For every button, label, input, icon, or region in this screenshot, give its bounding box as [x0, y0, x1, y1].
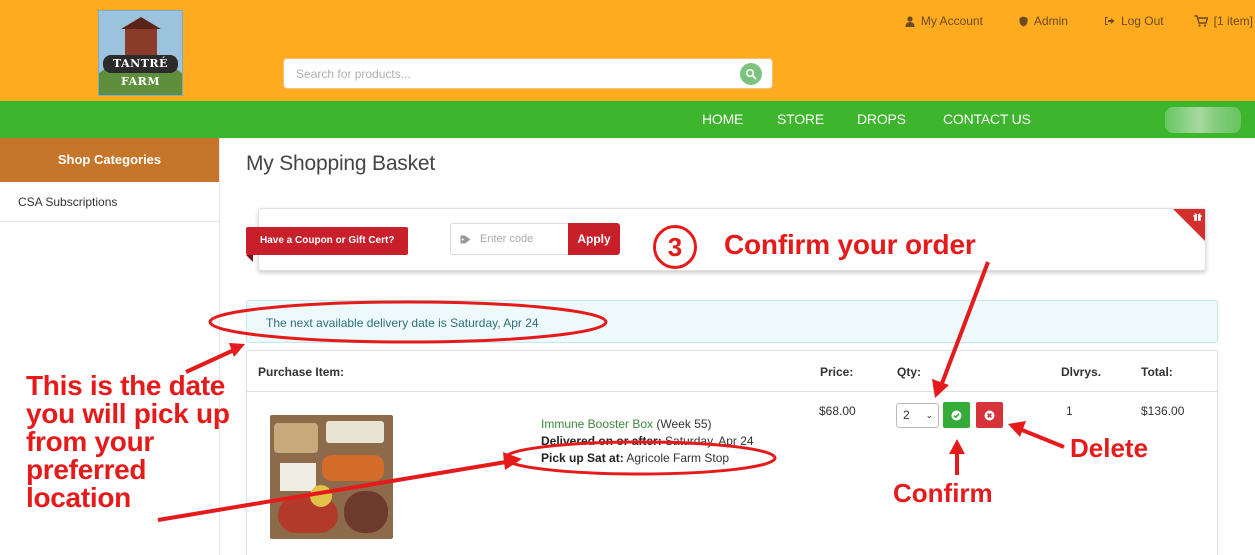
my-account-link[interactable]: My Account [905, 11, 983, 31]
site-header: TANTRÉ FARM My Account [0, 0, 1255, 101]
delivery-date-text: The next available delivery date is Satu… [266, 316, 539, 330]
date-note-line-4: preferred [26, 454, 147, 485]
farm-logo[interactable]: TANTRÉ FARM [98, 10, 183, 96]
chevron-down-icon: ⌄ [925, 410, 933, 420]
user-icon [905, 15, 915, 27]
delivery-date-notice: The next available delivery date is Satu… [246, 300, 1218, 343]
coupon-code-placeholder: Enter code [480, 233, 534, 245]
pickup-label: Pick up Sat at: [541, 451, 624, 465]
deliveries-count: 1 [1066, 404, 1073, 418]
delete-button[interactable] [976, 402, 1003, 428]
step-instruction: Confirm your order [724, 229, 976, 260]
quantity-select[interactable]: 2 ⌄ [896, 403, 939, 428]
header-price: Price: [820, 365, 854, 379]
date-explanation: This is the date you will pick up from y… [26, 372, 230, 512]
user-menu-blurred[interactable] [1165, 107, 1241, 133]
logo-barn [121, 17, 161, 55]
gift-icon [1193, 212, 1202, 223]
account-links: My Account Admin Log Out [1 item] [869, 11, 1255, 31]
confirm-button[interactable] [943, 402, 970, 428]
item-price: $68.00 [819, 404, 856, 418]
admin-label: Admin [1033, 14, 1068, 28]
cart-count-label: [1 item] [1213, 14, 1253, 28]
header-total: Total: [1141, 365, 1173, 379]
confirm-annotation: Confirm [893, 478, 993, 508]
main-nav: HOME STORE DROPS CONTACT US [0, 101, 1255, 138]
log-out-label: Log Out [1120, 14, 1164, 28]
nav-drops[interactable]: DROPS [857, 111, 906, 127]
tag-icon [460, 235, 471, 243]
coupon-label: Have a Coupon or Gift Cert? [246, 227, 409, 262]
table-divider [247, 391, 1217, 392]
delete-annotation: Delete [1070, 433, 1149, 463]
delivered-on-label: Delivered on or after: [541, 434, 662, 448]
delivered-on-line: Delivered on or after: Saturday, Apr 24 [541, 434, 754, 448]
my-account-label: My Account [920, 14, 983, 28]
date-note-line-1: This is the date [26, 370, 226, 401]
sidebar-item-csa-subscriptions[interactable]: CSA Subscriptions [0, 182, 219, 222]
quantity-value: 2 [903, 408, 910, 422]
step-number-badge: 3 [653, 225, 697, 269]
product-title: Immune Booster Box (Week 55) [541, 417, 712, 431]
product-link[interactable]: Immune Booster Box [541, 417, 653, 431]
item-total: $136.00 [1141, 404, 1185, 418]
sign-out-icon [1104, 17, 1115, 25]
log-out-link[interactable]: Log Out [1104, 11, 1164, 31]
close-circle-icon [984, 410, 995, 420]
header-purchase-item: Purchase Item: [258, 365, 345, 379]
nav-store[interactable]: STORE [777, 111, 824, 127]
cart-link[interactable]: [1 item] [1194, 11, 1253, 31]
logo-banner: TANTRÉ FARM [103, 55, 178, 88]
search-icon [745, 68, 757, 80]
product-week: (Week 55) [656, 417, 712, 431]
search-button[interactable] [740, 63, 762, 85]
shield-icon [1019, 16, 1028, 26]
admin-link[interactable]: Admin [1019, 11, 1068, 31]
sidebar-title: Shop Categories [0, 138, 219, 182]
header-qty: Qty: [897, 365, 921, 379]
check-circle-icon [951, 410, 962, 420]
apply-coupon-button[interactable]: Apply [568, 223, 620, 255]
nav-contact-us[interactable]: CONTACT US [943, 111, 1031, 127]
page-title: My Shopping Basket [246, 152, 436, 175]
cart-icon [1194, 15, 1208, 27]
pickup-line: Pick up Sat at: Agricole Farm Stop [541, 451, 729, 465]
coupon-code-field[interactable]: Enter code [450, 223, 568, 255]
product-image[interactable] [270, 415, 393, 539]
search-bar [283, 58, 773, 89]
pickup-location: Agricole Farm Stop [626, 451, 730, 465]
date-note-line-2: you will pick up [26, 398, 230, 429]
date-arrowhead [229, 343, 245, 357]
page: TANTRÉ FARM My Account [0, 0, 1255, 555]
header-deliveries: Dlvrys. [1061, 365, 1102, 379]
date-note-line-3: from your [26, 426, 154, 457]
nav-home[interactable]: HOME [702, 111, 743, 127]
search-input[interactable] [284, 59, 704, 88]
date-note-line-5: location [26, 482, 131, 513]
delivered-on-value: Saturday, Apr 24 [665, 434, 754, 448]
